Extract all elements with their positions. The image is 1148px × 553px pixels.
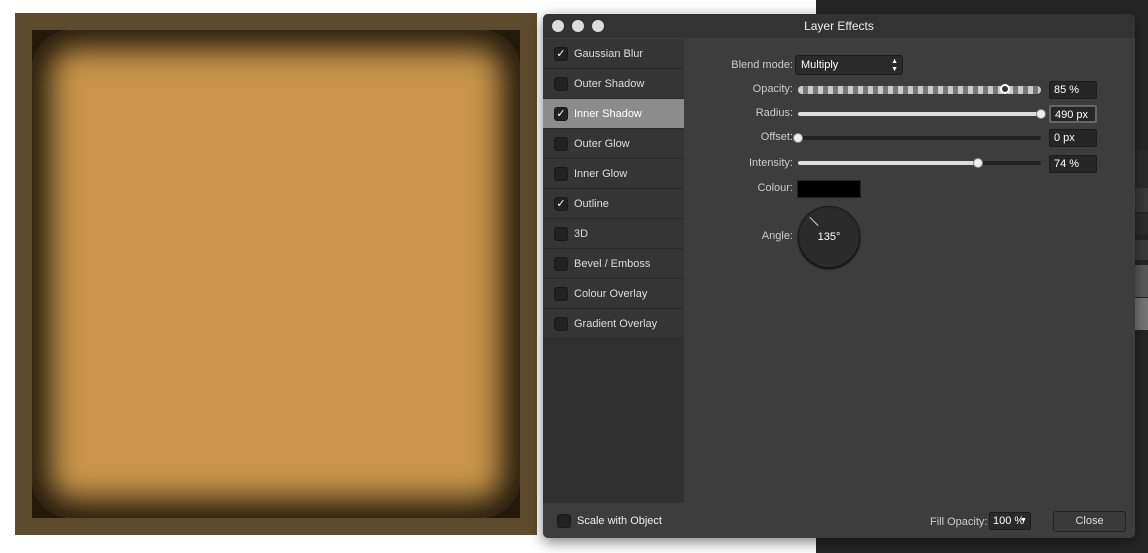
checkbox[interactable]: ✓ — [554, 46, 568, 61]
effect-label: Colour Overlay — [574, 287, 648, 300]
fill-opacity-label: Fill Opacity: — [930, 516, 988, 528]
radius-field[interactable]: 490 px — [1049, 105, 1097, 123]
dropdown-arrow-icon: ▼ — [1020, 517, 1027, 524]
intensity-slider[interactable] — [798, 158, 1041, 168]
intensity-field[interactable]: 74 % — [1049, 155, 1097, 173]
effect-item[interactable]: Outer Glow — [543, 129, 684, 159]
checkbox[interactable] — [554, 316, 568, 331]
dialog-title: Layer Effects — [804, 19, 874, 33]
effect-item[interactable]: Outer Shadow — [543, 69, 684, 99]
checkbox[interactable] — [554, 286, 568, 301]
minimize-window-button[interactable] — [572, 20, 584, 32]
offset-field[interactable]: 0 px — [1049, 129, 1097, 147]
fill-opacity-select[interactable]: 100 % ▼ — [989, 512, 1031, 530]
close-window-button[interactable] — [552, 20, 564, 32]
effect-label: Inner Glow — [574, 167, 628, 180]
effect-item[interactable]: Gradient Overlay — [543, 309, 684, 339]
effect-label: Inner Shadow — [574, 107, 642, 120]
stepper-icon: ▲ ▼ — [891, 58, 898, 73]
angle-value: 135° — [817, 231, 841, 243]
effect-item[interactable]: ✓ Inner Shadow — [543, 99, 684, 129]
effect-item[interactable]: ✓ Gaussian Blur — [543, 39, 684, 69]
opacity-field[interactable]: 85 % — [1049, 81, 1097, 99]
checkbox[interactable] — [557, 514, 571, 528]
canvas-artwork[interactable] — [15, 13, 537, 535]
opacity-slider[interactable] — [798, 84, 1041, 94]
offset-slider[interactable] — [793, 133, 1041, 143]
offset-label: Offset: — [760, 131, 793, 143]
blend-mode-value: Multiply — [801, 59, 839, 71]
gold-square — [32, 30, 520, 518]
outline-frame — [32, 30, 520, 518]
scale-with-object-checkbox[interactable]: Scale with Object — [557, 514, 662, 528]
effect-item[interactable]: Inner Glow — [543, 159, 684, 189]
side-panel-strip — [1135, 150, 1148, 350]
effect-item[interactable]: 3D — [543, 219, 684, 249]
colour-swatch[interactable] — [797, 180, 861, 198]
checkbox[interactable] — [554, 256, 568, 271]
effect-item[interactable]: Colour Overlay — [543, 279, 684, 309]
radius-label: Radius: — [755, 107, 793, 119]
title-bar[interactable]: Layer Effects — [543, 14, 1135, 38]
scale-with-object-label: Scale with Object — [577, 515, 662, 527]
checkbox[interactable] — [554, 136, 568, 151]
opacity-label: Opacity: — [752, 83, 793, 95]
effect-label: Gaussian Blur — [574, 47, 644, 60]
checkbox[interactable] — [554, 166, 568, 181]
angle-dial[interactable]: 135° — [798, 206, 860, 268]
radius-slider[interactable] — [798, 109, 1046, 119]
colour-label: Colour: — [757, 182, 793, 194]
effect-label: Outer Shadow — [574, 77, 645, 90]
angle-indicator — [809, 216, 819, 227]
effect-label: Gradient Overlay — [574, 317, 658, 330]
effect-label: 3D — [574, 227, 589, 240]
checkbox[interactable] — [554, 226, 568, 241]
effect-item[interactable]: ✓ Outline — [543, 189, 684, 219]
effect-label: Outline — [574, 197, 609, 210]
checkbox[interactable] — [554, 76, 568, 91]
effects-list: ✓ Gaussian Blur Outer Shadow ✓ Inner Shadow O… — [543, 39, 684, 503]
effect-label: Outer Glow — [574, 137, 630, 150]
blend-mode-label: Blend mode: — [731, 59, 793, 71]
checkbox[interactable]: ✓ — [554, 196, 568, 211]
effect-item[interactable]: Bevel / Emboss — [543, 249, 684, 279]
layer-effects-dialog: Layer Effects ✓ Gaussian Blur Outer Shadow… — [543, 14, 1135, 538]
zoom-window-button[interactable] — [592, 20, 604, 32]
angle-label: Angle: — [761, 230, 793, 242]
close-button[interactable]: Close — [1053, 511, 1126, 532]
effect-label: Bevel / Emboss — [574, 257, 651, 270]
intensity-label: Intensity: — [748, 157, 793, 169]
blend-mode-select[interactable]: Multiply ▲ ▼ — [795, 55, 903, 75]
checkbox[interactable]: ✓ — [554, 106, 568, 121]
